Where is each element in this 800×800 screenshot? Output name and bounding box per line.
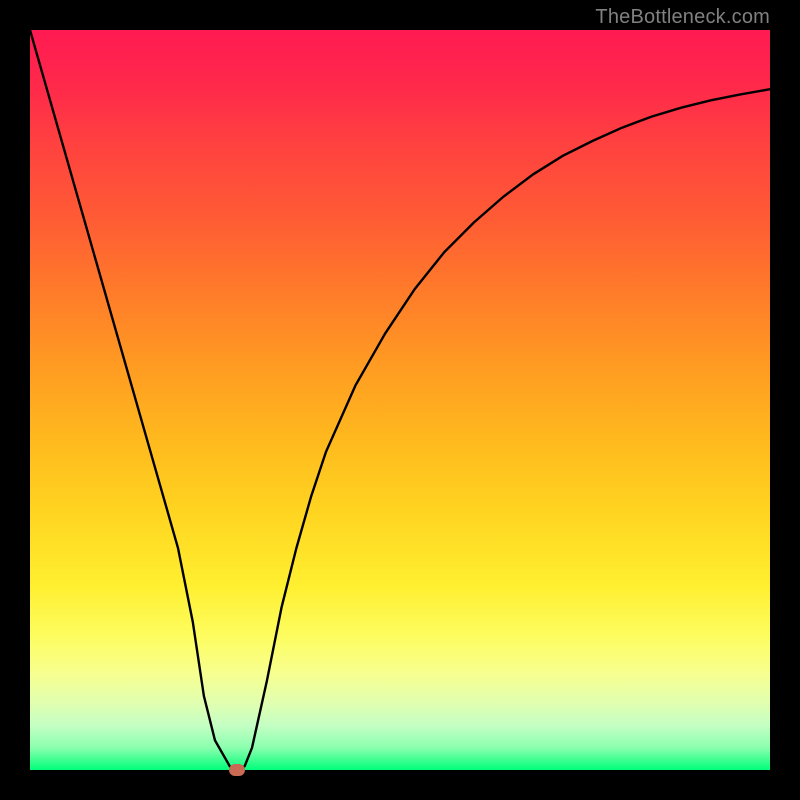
optimal-point-marker — [229, 764, 245, 776]
attribution-text: TheBottleneck.com — [595, 6, 770, 29]
bottleneck-curve — [30, 30, 770, 770]
plot-area — [30, 30, 770, 770]
chart-frame: TheBottleneck.com — [0, 0, 800, 800]
curve-path — [30, 30, 770, 770]
